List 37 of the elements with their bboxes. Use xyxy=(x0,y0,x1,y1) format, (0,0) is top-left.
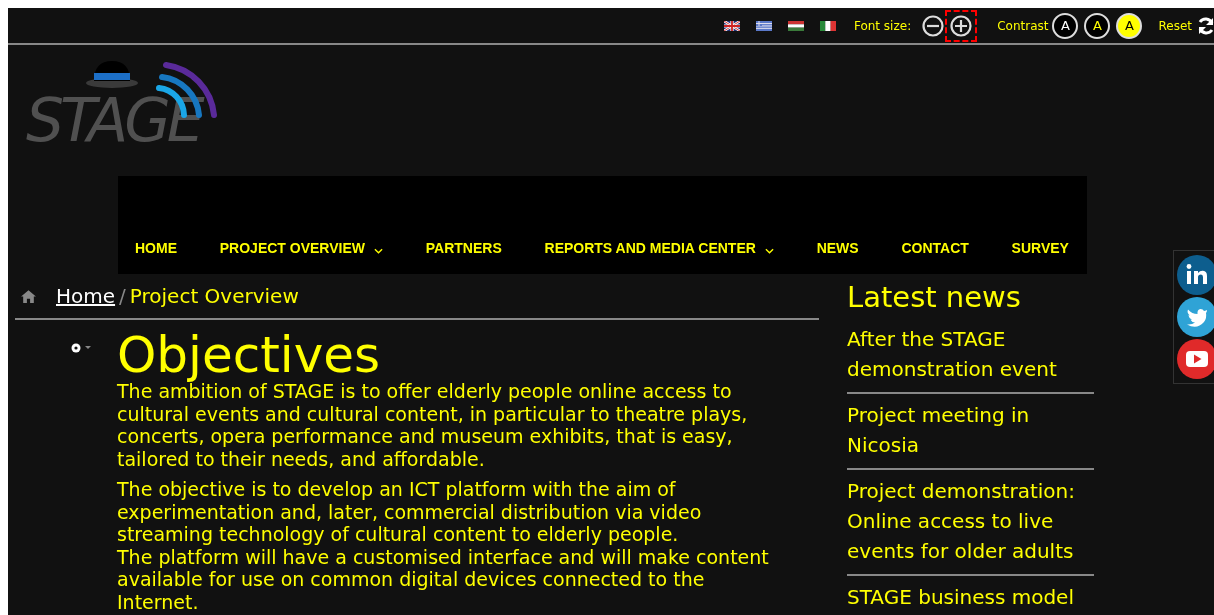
article-paragraph: The objective is to develop an ICT platform with the aim of experimentation and, later, commercial distribution via video streaming technology of cultural content to elderly people. xyxy=(117,478,703,546)
greece-flag-icon[interactable] xyxy=(755,20,772,31)
caret-icon xyxy=(764,248,774,254)
nav-link[interactable]: HOME xyxy=(135,240,177,256)
nav-link[interactable]: CONTACT xyxy=(901,240,969,256)
font-size-label: Font size: xyxy=(853,18,912,33)
headline-link[interactable]: After the STAGE demonstration event xyxy=(847,324,1094,394)
reset-icon[interactable] xyxy=(1196,15,1214,36)
contrast-button[interactable]: A xyxy=(1052,12,1079,39)
breadcrumb-current: Project Overview xyxy=(129,284,299,308)
increase-font-button[interactable] xyxy=(945,9,978,42)
article-title: Objectives xyxy=(117,330,382,380)
contrast-label: Contrast xyxy=(997,18,1049,33)
hungary-flag-icon[interactable] xyxy=(787,20,804,31)
headline-link[interactable]: Project meeting in Nicosia xyxy=(847,400,1094,470)
italy-flag-icon[interactable] xyxy=(819,20,836,31)
nav-link[interactable]: PARTNERS xyxy=(425,240,502,256)
contrast-button[interactable]: A xyxy=(1116,12,1143,39)
nav-link[interactable]: NEWS xyxy=(816,240,859,256)
contrast-button[interactable]: A xyxy=(1084,12,1111,39)
uk-flag-icon[interactable] xyxy=(723,20,740,31)
breadcrumb-separator: / xyxy=(119,284,126,308)
gear-icon[interactable] xyxy=(69,342,93,354)
headline-link[interactable]: STAGE business model xyxy=(847,582,1094,615)
headline-link[interactable]: Project demonstration: Online access to live events for older adults xyxy=(847,476,1094,576)
nav-link[interactable]: PROJECT OVERVIEW xyxy=(219,240,383,256)
linkedin-icon[interactable] xyxy=(1177,255,1214,295)
article-paragraph: The platform will have a customised interface and will make content available for use on common digital devices connected to the Internet. xyxy=(117,545,770,613)
breadcrumb-link[interactable]: Home xyxy=(56,284,116,308)
nav-link[interactable]: SURVEY xyxy=(1011,240,1069,256)
reset-label[interactable]: Reset xyxy=(1158,18,1192,33)
caret-icon xyxy=(374,248,383,254)
home-icon[interactable] xyxy=(20,288,37,304)
bird-icon[interactable] xyxy=(1177,297,1214,337)
nav-link[interactable]: REPORTS AND MEDIA CENTER xyxy=(544,240,774,256)
play-icon[interactable] xyxy=(1177,339,1214,379)
sidebar-title: Latest news xyxy=(847,280,1022,314)
